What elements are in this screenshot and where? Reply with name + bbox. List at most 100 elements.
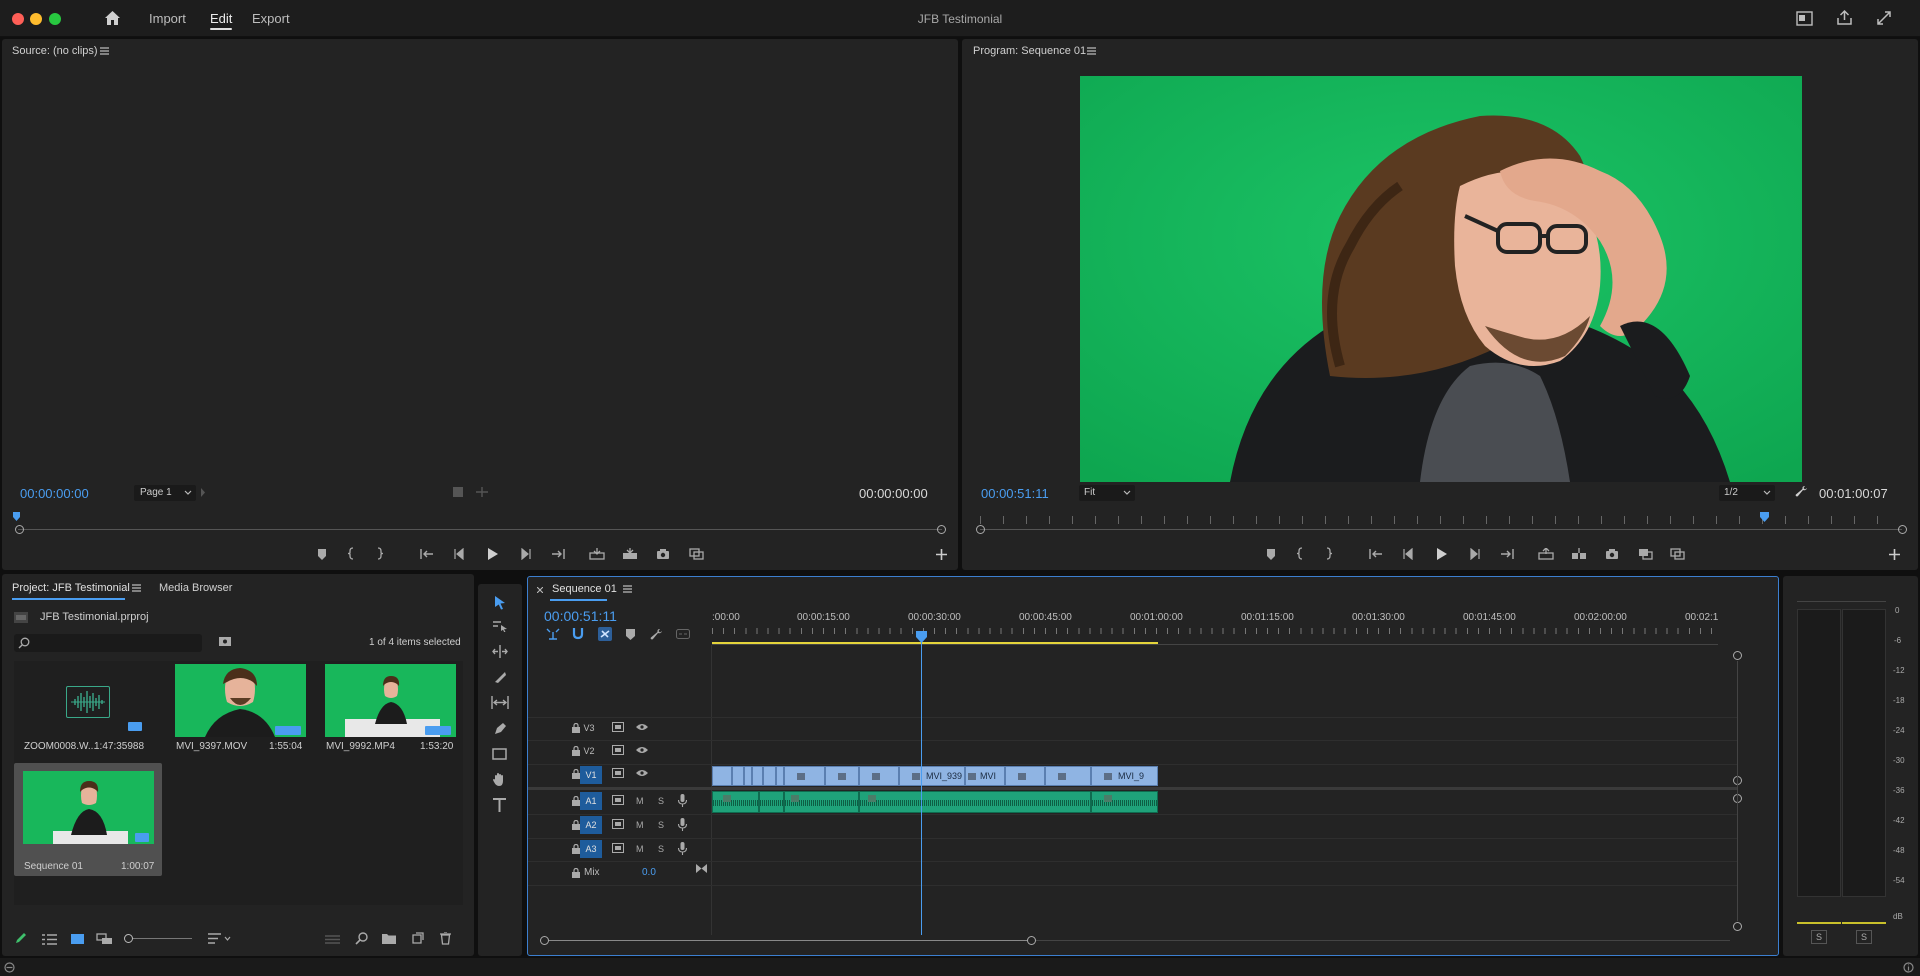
hand-tool-icon[interactable] [492, 772, 507, 787]
audio-clip[interactable] [1091, 791, 1158, 813]
lock-icon[interactable] [572, 769, 580, 779]
panel-menu-icon[interactable] [623, 585, 632, 593]
zoom-handle-right[interactable] [1027, 936, 1036, 945]
add-marker-icon[interactable] [1266, 549, 1276, 560]
lock-icon[interactable] [572, 820, 580, 830]
video-scroll-top-handle[interactable] [1733, 651, 1742, 660]
search-input[interactable] [14, 634, 202, 652]
video-clip[interactable] [859, 766, 899, 786]
insert-icon[interactable] [589, 548, 605, 560]
eye-icon[interactable] [636, 723, 648, 731]
audio-scroll-bottom-handle[interactable] [1733, 922, 1742, 931]
linked-selection-icon[interactable] [598, 627, 612, 641]
icon-view-icon[interactable] [71, 933, 84, 945]
solo-button[interactable]: S [658, 820, 664, 830]
horizontal-zoom-bar[interactable] [546, 940, 1032, 941]
mix-bowtie-icon[interactable] [696, 864, 707, 873]
track-label-a2[interactable]: A2 [580, 816, 602, 834]
go-to-out-icon[interactable] [1500, 548, 1514, 560]
share-icon[interactable] [1836, 9, 1853, 26]
video-clip[interactable] [732, 766, 744, 786]
drag-video-icon[interactable] [452, 486, 464, 498]
video-clip[interactable] [1045, 766, 1091, 786]
zoom-window-button[interactable] [49, 13, 61, 25]
voiceover-mic-icon[interactable] [678, 818, 687, 831]
mark-out-icon[interactable] [376, 547, 384, 560]
minimize-window-button[interactable] [30, 13, 42, 25]
slip-tool-icon[interactable] [491, 696, 509, 709]
mute-button[interactable]: M [636, 820, 644, 830]
fullscreen-icon[interactable] [1876, 10, 1892, 26]
snap-icon[interactable] [572, 628, 584, 640]
step-forward-icon[interactable] [520, 548, 531, 560]
voiceover-mic-icon[interactable] [678, 842, 687, 855]
source-scrubber[interactable] [18, 529, 942, 530]
panel-menu-icon[interactable] [1087, 47, 1096, 55]
new-bin-icon[interactable] [382, 933, 396, 944]
panel-menu-icon[interactable] [132, 584, 141, 592]
track-label-v2[interactable]: V2 [578, 742, 600, 760]
step-back-icon[interactable] [1403, 548, 1414, 560]
video-clip[interactable]: MVI [965, 766, 1005, 786]
menu-edit[interactable]: Edit [210, 11, 233, 30]
go-to-out-icon[interactable] [551, 548, 565, 560]
program-timecode-in[interactable]: 00:00:51:11 [981, 486, 1049, 501]
source-timecode-in[interactable]: 00:00:00:00 [20, 486, 89, 501]
video-clip[interactable]: MVI_939 [899, 766, 965, 786]
tab-media-browser[interactable]: Media Browser [159, 582, 232, 594]
program-zoom-handle-left[interactable] [976, 525, 985, 534]
source-zoom-handle-left[interactable] [15, 525, 24, 534]
tab-project[interactable]: Project: JFB Testimonial [12, 582, 130, 594]
project-item-audio[interactable] [14, 664, 145, 737]
find-icon[interactable] [355, 932, 368, 945]
source-button-editor-icon[interactable] [936, 549, 947, 560]
write-protect-icon[interactable] [14, 932, 27, 945]
go-to-in-icon[interactable] [1369, 548, 1383, 560]
mark-out-icon[interactable] [1325, 547, 1333, 560]
program-button-editor-icon[interactable] [1889, 549, 1900, 560]
close-tab-icon[interactable] [537, 587, 543, 593]
timeline-timecode[interactable]: 00:00:51:11 [544, 608, 617, 624]
track-label-a3[interactable]: A3 [580, 840, 602, 858]
track-label-v1[interactable]: V1 [580, 766, 602, 784]
settings-wrench-icon[interactable] [1795, 485, 1808, 498]
pen-tool-icon[interactable] [493, 722, 507, 736]
menu-export[interactable]: Export [252, 11, 290, 26]
razor-tool-icon[interactable] [493, 670, 507, 684]
selection-tool-icon[interactable] [494, 595, 506, 610]
new-item-icon[interactable] [412, 932, 424, 944]
mark-in-icon[interactable] [347, 547, 355, 560]
comparison-view-icon[interactable] [1670, 548, 1685, 560]
track-select-tool-icon[interactable] [492, 620, 508, 632]
play-icon[interactable] [1436, 547, 1448, 561]
video-clip[interactable] [784, 766, 825, 786]
sync-lock-icon[interactable] [612, 819, 624, 829]
video-clip[interactable] [752, 766, 763, 786]
sync-lock-icon[interactable] [612, 745, 624, 755]
video-clip[interactable] [712, 766, 732, 786]
program-video-frame[interactable] [1080, 76, 1802, 482]
new-search-bin-icon[interactable] [218, 635, 232, 647]
lock-icon[interactable] [572, 796, 580, 806]
track-label-v3[interactable]: V3 [578, 719, 600, 737]
sort-icon[interactable] [208, 933, 232, 945]
solo-button[interactable]: S [658, 796, 664, 806]
zoom-slider[interactable] [128, 938, 192, 939]
zoom-handle-left[interactable] [540, 936, 549, 945]
resolution-select[interactable]: 1/2 [1719, 485, 1775, 501]
rectangle-tool-icon[interactable] [492, 748, 507, 760]
timeline-settings-icon[interactable] [650, 628, 663, 641]
audio-clip[interactable] [712, 791, 759, 813]
export-frame-icon[interactable] [1605, 548, 1619, 560]
project-item-sequence[interactable] [23, 771, 154, 844]
playhead-handle[interactable] [916, 631, 927, 643]
video-clip[interactable] [763, 766, 776, 786]
comparison-view-icon[interactable] [689, 548, 704, 560]
workspace-icon[interactable] [1796, 11, 1813, 26]
nest-icon[interactable] [546, 628, 560, 640]
add-marker-icon[interactable] [317, 549, 327, 560]
freeform-view-icon[interactable] [96, 933, 113, 945]
export-frame-icon[interactable] [656, 548, 670, 560]
sync-lock-icon[interactable] [612, 768, 624, 778]
program-playhead-marker[interactable] [1760, 512, 1769, 522]
